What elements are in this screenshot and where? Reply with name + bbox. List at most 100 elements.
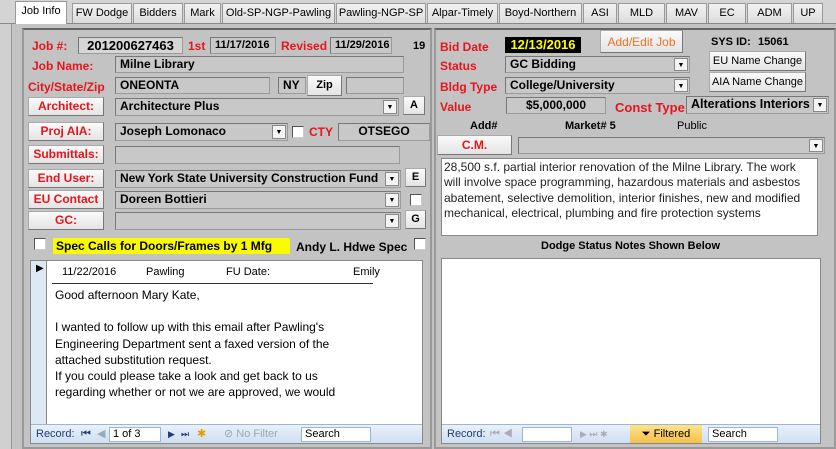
submittals-field[interactable] [115, 146, 400, 164]
tab-mav[interactable]: MAV [666, 3, 707, 23]
architect-combo[interactable]: Architecture Plus ▼ [115, 98, 399, 116]
dropdown-arrow-icon[interactable]: ▼ [272, 125, 286, 139]
prev-record-icon[interactable]: ◀ [97, 425, 105, 443]
county-field[interactable]: OTSEGO [338, 123, 430, 141]
gc-combo[interactable]: ▼ [115, 212, 401, 230]
note-line: Engineering Department sent a faxed vers… [55, 336, 330, 351]
last-record-icon[interactable]: ⏭ [181, 425, 189, 443]
end-user-button[interactable]: End User: [28, 169, 104, 188]
note-body[interactable]: Good afternoon Mary Kate, I wanted to fo… [55, 287, 335, 401]
g-button[interactable]: G [405, 210, 426, 229]
proj-aia-checkbox[interactable] [292, 126, 304, 138]
fu-date-label: FU Date: [226, 266, 271, 278]
architect-button[interactable]: Architect: [28, 97, 104, 116]
aia-name-change-button[interactable]: AIA Name Change [709, 72, 806, 92]
state-field[interactable]: NY [278, 77, 306, 94]
proj-aia-combo[interactable]: Joseph Lomonaco ▼ [115, 123, 288, 141]
next-record-icon[interactable]: ▶ [168, 425, 175, 443]
tab-old-sp-ngp-pawling[interactable]: Old-SP-NGP-Pawling [222, 3, 335, 23]
count-value: 19 [413, 40, 426, 52]
a-button[interactable]: A [403, 96, 425, 115]
zip-field[interactable] [346, 77, 404, 94]
no-filter-button[interactable]: ⊘ No Filter [224, 425, 278, 443]
left-margin [0, 24, 12, 449]
dropdown-arrow-icon[interactable]: ▼ [674, 58, 688, 71]
dropdown-arrow-icon[interactable]: ▼ [385, 193, 399, 207]
tab-asi[interactable]: ASI [583, 3, 617, 23]
dropdown-arrow-icon[interactable]: ▼ [674, 79, 688, 92]
tab-ec[interactable]: EC [708, 3, 746, 23]
job-name-field[interactable]: Milne Library [115, 56, 404, 73]
city-state-zip-label: City/State/Zip [28, 80, 105, 94]
value-field[interactable]: $5,000,000 [506, 97, 606, 114]
note-line: If you could please take a look and get … [55, 369, 318, 384]
tab-adm[interactable]: ADM [747, 3, 792, 23]
end-user-value: New York State University Construction F… [120, 171, 379, 185]
tab-bidders[interactable]: Bidders [133, 3, 183, 23]
note-line [55, 303, 335, 319]
e-button[interactable]: E [405, 168, 426, 187]
spec-doors-label: Spec Calls for Doors/Frames by 1 Mfg [53, 238, 290, 254]
dropdown-arrow-icon[interactable]: ▼ [383, 100, 397, 114]
first-record-icon[interactable]: ⏮ ◀ [490, 425, 513, 443]
hdwe-spec-checkbox[interactable] [414, 238, 426, 250]
next-last-record-icons[interactable]: ▶ ⏭ ✱ [580, 425, 608, 443]
first-record-icon[interactable]: ⏮ [81, 425, 91, 443]
eu-contact-combo[interactable]: Doreen Bottieri ▼ [115, 191, 401, 209]
search-input[interactable]: Search [708, 427, 778, 442]
cm-combo[interactable]: ▼ [518, 137, 825, 154]
bid-date-label: Bid Date [440, 40, 489, 54]
new-record-icon[interactable]: ✱ [197, 425, 206, 443]
gc-button[interactable]: GC: [28, 211, 104, 230]
hdwe-spec-label: Andy L. Hdwe Spec [296, 240, 408, 254]
record-position-field[interactable] [522, 427, 572, 442]
record-selector[interactable]: ▶ [31, 261, 47, 424]
bid-date-field[interactable]: 12/13/2016 [505, 37, 581, 53]
dropdown-arrow-icon[interactable]: ▼ [385, 172, 399, 186]
current-record-arrow-icon: ▶ [36, 263, 44, 274]
tab-alpar-timely[interactable]: Alpar-Timely [427, 3, 498, 23]
zip-button[interactable]: Zip [307, 75, 342, 96]
dropdown-arrow-icon[interactable]: ▼ [385, 214, 399, 228]
spec-doors-checkbox[interactable] [34, 238, 46, 250]
const-type-combo[interactable]: Alterations Interiors ▼ [686, 96, 829, 114]
tab-boyd-northern[interactable]: Boyd-Northern [499, 3, 582, 23]
tab-job-info[interactable]: Job Info [15, 1, 67, 24]
dropdown-arrow-icon[interactable]: ▼ [809, 139, 823, 152]
dodge-status-heading: Dodge Status Notes Shown Below [541, 240, 721, 252]
filtered-button[interactable]: ⏷ Filtered [630, 425, 702, 443]
submittals-button[interactable]: Submittals: [28, 145, 104, 164]
eu-contact-checkbox[interactable] [410, 194, 422, 206]
tab-pawling-ngp-sp[interactable]: Pawling-NGP-SP [336, 3, 426, 23]
tab-fw-dodge[interactable]: FW Dodge [72, 3, 132, 23]
eu-name-change-button[interactable]: EU Name Change [709, 51, 806, 71]
note-date: 11/22/2016 [62, 266, 117, 278]
dodge-notes-subform[interactable] [441, 258, 821, 444]
search-input[interactable]: Search [301, 427, 371, 442]
status-combo[interactable]: GC Bidding ▼ [505, 56, 690, 73]
filter-icon: ⏷ [641, 428, 651, 440]
tab-mld[interactable]: MLD [618, 3, 665, 23]
end-user-combo[interactable]: New York State University Construction F… [115, 170, 401, 188]
proj-aia-value: Joseph Lomonaco [120, 124, 227, 138]
record-position-field[interactable]: 1 of 3 [109, 427, 161, 442]
job-name-label: Job Name: [32, 59, 94, 73]
note-line: Good afternoon Mary Kate, [55, 288, 200, 302]
revised-date-field[interactable]: 11/29/2016 [330, 37, 392, 54]
eu-contact-value: Doreen Bottieri [120, 192, 207, 206]
note-line: attached substitution request. [55, 352, 212, 367]
proj-aia-button[interactable]: Proj AIA: [28, 122, 104, 141]
bldg-type-combo[interactable]: College/University ▼ [505, 77, 690, 94]
tab-mark[interactable]: Mark [184, 3, 221, 23]
city-field[interactable]: ONEONTA [115, 77, 270, 94]
job-number-field[interactable]: 201200627463 [78, 37, 183, 54]
eu-contact-button[interactable]: EU Contact [28, 190, 104, 209]
add-edit-job-button[interactable]: Add/Edit Job [600, 30, 683, 53]
cty-label: CTY [309, 125, 333, 139]
first-date-field[interactable]: 11/17/2016 [210, 37, 276, 54]
value-label: Value [440, 100, 472, 114]
cm-button[interactable]: C.M. [437, 135, 512, 155]
description-field[interactable]: 28,500 s.f. partial interior renovation … [441, 158, 818, 236]
tab-up[interactable]: UP [793, 3, 823, 23]
dropdown-arrow-icon[interactable]: ▼ [813, 98, 827, 112]
